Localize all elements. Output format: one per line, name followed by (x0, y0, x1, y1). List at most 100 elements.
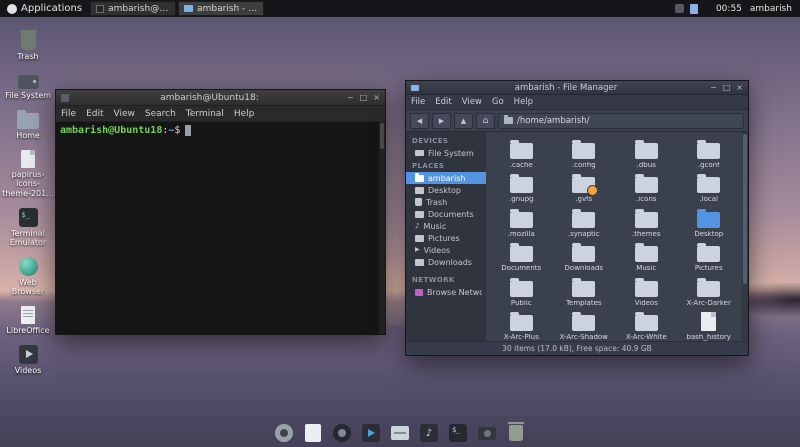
file-item[interactable]: Music (615, 239, 678, 274)
file-item[interactable]: Videos (615, 273, 678, 308)
clipboard-icon[interactable] (689, 3, 698, 14)
file-item[interactable]: Public (490, 273, 553, 308)
file-item[interactable]: .dbus (615, 135, 678, 170)
desktop-icon-label: File System (5, 90, 51, 100)
terminal-menu-item[interactable]: File (56, 109, 81, 119)
terminal-output[interactable]: ambarish@Ubuntu18:~$ (56, 122, 385, 334)
sidebar-item[interactable]: Trash (406, 196, 486, 208)
sidebar-item[interactable]: ambarish (406, 172, 486, 184)
dock-item[interactable] (389, 422, 411, 444)
fm-scrollbar[interactable] (742, 132, 748, 341)
file-item[interactable]: .gnupg (490, 170, 553, 205)
fm-menu-item[interactable]: Go (487, 97, 509, 107)
file-item[interactable]: X-Arc-White (615, 308, 678, 341)
applications-menu-button[interactable]: Applications (0, 0, 89, 17)
desktop-icon[interactable]: LibreOffice (1, 305, 55, 336)
fm-file-view[interactable]: .cache .config .dbus .gconf .gnupg .gvfs… (486, 132, 748, 341)
terminal-menu-item[interactable]: Edit (81, 109, 108, 119)
file-item[interactable]: .themes (615, 204, 678, 239)
desktop-icon[interactable]: papirus-icons-theme-201... (1, 149, 55, 199)
location-bar[interactable]: /home/ambarish/ (498, 112, 744, 129)
settings-icon (275, 424, 293, 442)
terminal-task-icon (96, 4, 105, 13)
sidebar-item[interactable]: Downloads (406, 256, 486, 268)
sidebar-item[interactable]: File System (406, 147, 486, 159)
editor-icon (305, 424, 321, 442)
fm-menu-item[interactable]: Edit (430, 97, 456, 107)
file-item[interactable]: X-Arc-Plus (490, 308, 553, 341)
terminal-menu-item[interactable]: Help (229, 109, 260, 119)
fm-menu-item[interactable]: File (406, 97, 430, 107)
dock-item[interactable] (331, 422, 353, 444)
file-item[interactable]: .icons (615, 170, 678, 205)
dock-item[interactable] (476, 422, 498, 444)
sidebar-item[interactable]: Music (406, 220, 486, 232)
clock[interactable]: 00:55 (708, 4, 750, 14)
taskbar-window-button[interactable]: ambarish@Ubuntu18: (90, 1, 177, 16)
file-item[interactable]: .gconf (678, 135, 741, 170)
home-button[interactable] (476, 112, 495, 129)
terminal-menu-item[interactable]: Search (140, 109, 181, 119)
terminal-titlebar[interactable]: ambarish@Ubuntu18: (56, 90, 385, 106)
file-item[interactable]: bash_history (678, 308, 741, 341)
folder-icon (509, 139, 533, 159)
file-item[interactable]: Pictures (678, 239, 741, 274)
folder-icon (572, 208, 596, 228)
sidebar-item[interactable]: Videos (406, 244, 486, 256)
desktop-icon[interactable]: File System (1, 71, 55, 101)
desktop-icon[interactable]: Web Browser (1, 256, 55, 297)
file-item[interactable]: .gvfs (553, 170, 616, 205)
file-item[interactable]: Desktop (678, 204, 741, 239)
terminal-scrollbar-thumb[interactable] (380, 123, 384, 149)
up-button[interactable] (454, 112, 473, 129)
maximize-icon[interactable] (723, 83, 731, 92)
file-item[interactable]: X-Arc-Shadow (553, 308, 616, 341)
fm-scrollbar-thumb[interactable] (743, 134, 747, 284)
sidebar-section-network: NETWORK (412, 276, 455, 284)
file-item[interactable]: Downloads (553, 239, 616, 274)
terminal-menu-item[interactable]: Terminal (181, 109, 229, 119)
indicator-icon[interactable] (674, 4, 684, 13)
fm-menu-item[interactable]: Help (509, 97, 538, 107)
file-name: Music (636, 265, 657, 273)
sidebar-item[interactable]: Browse Network (406, 286, 486, 298)
sidebar-item-label: Downloads (428, 257, 472, 267)
close-icon[interactable] (373, 93, 380, 102)
videos-mini-icon (415, 247, 420, 253)
minimize-icon[interactable] (710, 83, 717, 92)
sidebar-item[interactable]: Pictures (406, 232, 486, 244)
file-item[interactable]: .config (553, 135, 616, 170)
dock-item[interactable] (360, 422, 382, 444)
file-item[interactable]: .local (678, 170, 741, 205)
desktop-icon[interactable]: Home (1, 109, 55, 141)
file-item[interactable]: Templates (553, 273, 616, 308)
dock-item[interactable] (302, 422, 324, 444)
file-item[interactable]: .cache (490, 135, 553, 170)
file-item[interactable]: .synaptic (553, 204, 616, 239)
close-icon[interactable] (736, 83, 743, 92)
desktop-icon[interactable]: Terminal Emulator (1, 207, 55, 248)
file-item[interactable]: .mozilla (490, 204, 553, 239)
dock-item[interactable] (447, 422, 469, 444)
dock-item[interactable] (273, 422, 295, 444)
taskbar-window-button[interactable]: ambarish - File Manager (178, 1, 265, 16)
desktop-icon[interactable]: Videos (1, 344, 55, 376)
maximize-icon[interactable] (360, 93, 368, 102)
sidebar-item[interactable]: Desktop (406, 184, 486, 196)
forward-button[interactable] (432, 112, 451, 129)
terminal-menu-item[interactable]: View (109, 109, 140, 119)
dock-item[interactable] (418, 422, 440, 444)
dock-item[interactable] (505, 422, 527, 444)
terminal-scrollbar[interactable] (379, 122, 385, 334)
user-menu[interactable]: ambarish (750, 4, 800, 14)
desktop-icon[interactable]: Trash (1, 30, 55, 62)
file-name: Downloads (564, 265, 603, 273)
sidebar-item[interactable]: Documents (406, 208, 486, 220)
file-item[interactable]: Documents (490, 239, 553, 274)
back-button[interactable] (410, 112, 429, 129)
fm-menu-item[interactable]: View (457, 97, 487, 107)
minimize-icon[interactable] (347, 93, 354, 102)
file-item[interactable]: X-Arc-Darker (678, 273, 741, 308)
fm-titlebar[interactable]: ambarish - File Manager (406, 81, 748, 95)
folder-mini-icon (415, 172, 424, 182)
